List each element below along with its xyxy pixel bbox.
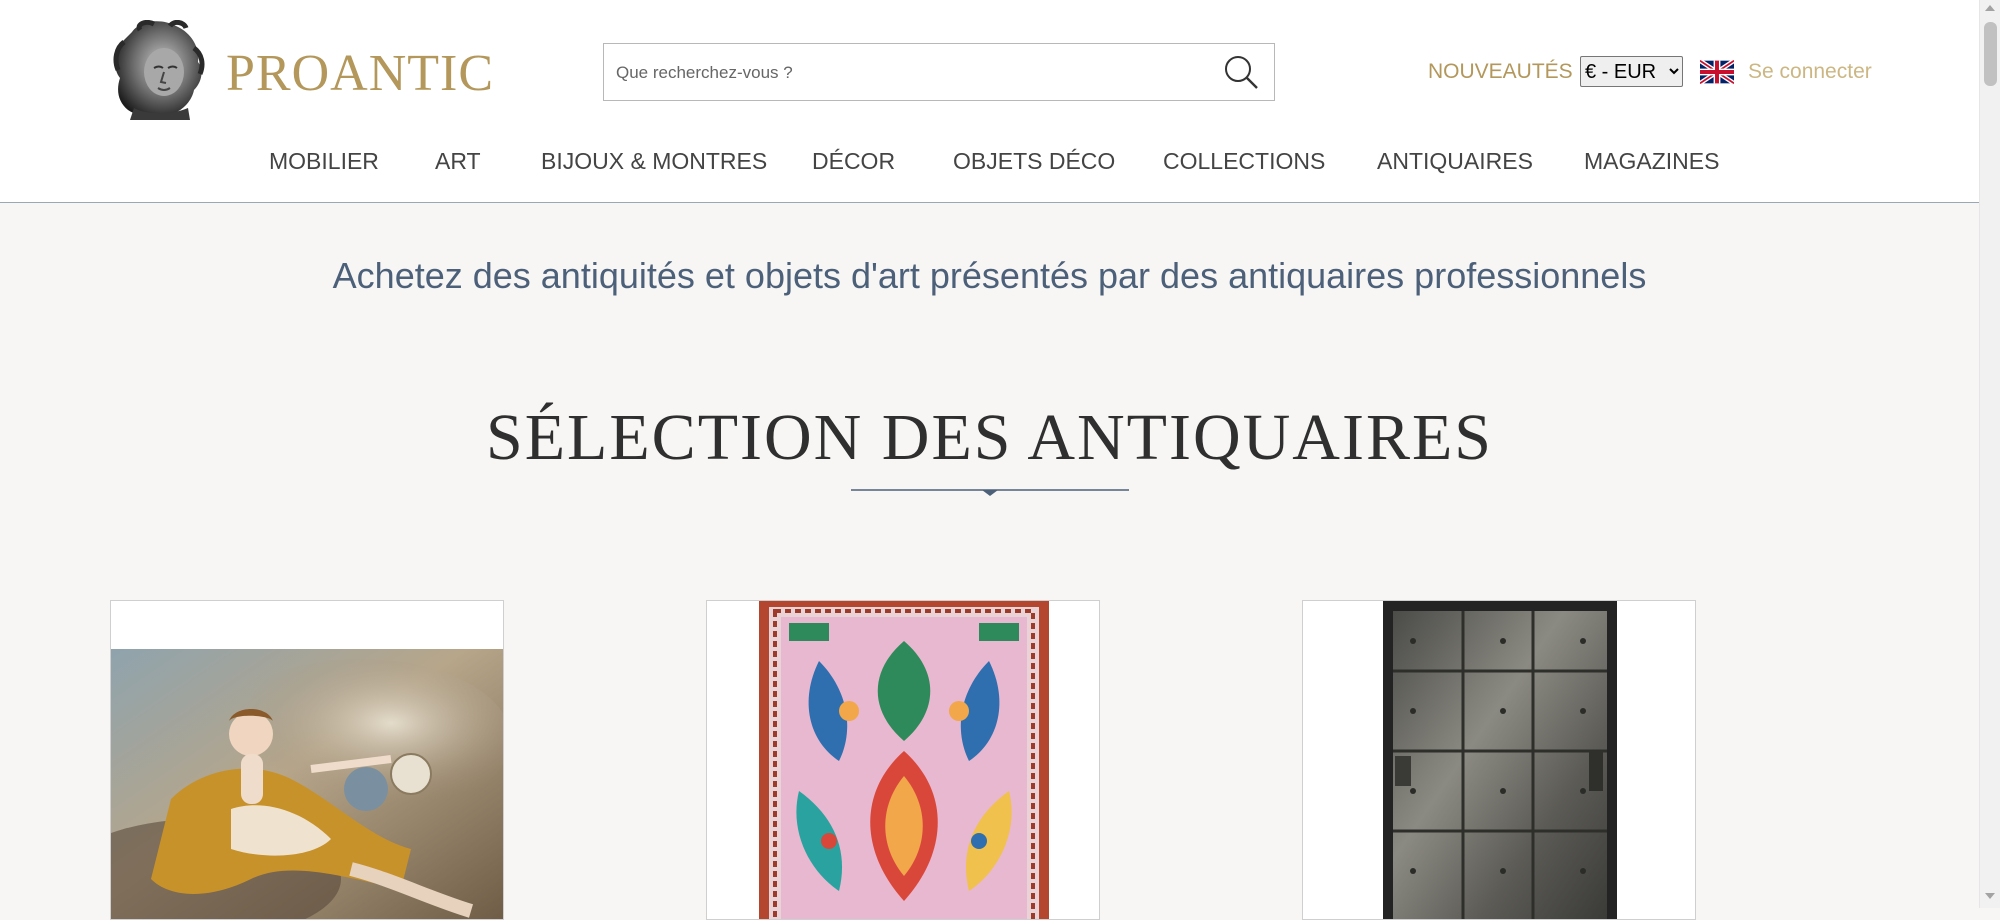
rococo-painting-image[interactable] [111, 649, 504, 920]
nav-item-decor[interactable]: DÉCOR [812, 148, 895, 175]
nav-item-collections[interactable]: COLLECTIONS [1163, 148, 1325, 175]
logo-link[interactable]: PROANTIC [110, 20, 493, 126]
nouveautes-link[interactable]: NOUVEAUTÉS [1428, 60, 1573, 84]
nav-item-magazines[interactable]: MAGAZINES [1584, 148, 1719, 175]
search-input[interactable] [614, 44, 1208, 102]
main-nav: MOBILIER ART BIJOUX & MONTRES DÉCOR OBJE… [0, 148, 1979, 180]
nav-item-objets-deco[interactable]: OBJETS DÉCO [953, 148, 1115, 175]
product-card-rug[interactable] [706, 600, 1100, 920]
iron-door-image[interactable] [1383, 601, 1617, 920]
brand-name: PROANTIC [226, 45, 495, 102]
product-card-painting[interactable] [110, 600, 504, 920]
scroll-up-icon[interactable] [1985, 5, 1995, 11]
page-scrollbar[interactable] [1979, 0, 2000, 908]
currency-select[interactable]: € - EUR [1580, 56, 1683, 87]
nav-item-art[interactable]: ART [435, 148, 481, 175]
title-divider [851, 489, 1129, 496]
bust-logo-icon [113, 20, 205, 120]
product-card-door[interactable] [1302, 600, 1696, 920]
search-box [603, 43, 1275, 102]
nav-item-antiquaires[interactable]: ANTIQUAIRES [1377, 148, 1533, 175]
search-icon[interactable] [1222, 53, 1260, 91]
scrollbar-thumb[interactable] [1984, 22, 1997, 86]
uk-flag-icon[interactable] [1700, 60, 1734, 84]
section-title: SÉLECTION DES ANTIQUAIRES [486, 401, 1493, 474]
site-header: PROANTIC NOUVEAUTÉS € - EUR Se connecter… [0, 0, 1979, 203]
scroll-down-icon[interactable] [1985, 893, 1995, 899]
oriental-rug-image[interactable] [759, 601, 1049, 920]
nav-item-bijoux-montres[interactable]: BIJOUX & MONTRES [541, 148, 767, 175]
tagline: Achetez des antiquités et objets d'art p… [332, 255, 1647, 296]
nav-item-mobilier[interactable]: MOBILIER [269, 148, 379, 175]
login-link[interactable]: Se connecter [1748, 60, 1872, 84]
